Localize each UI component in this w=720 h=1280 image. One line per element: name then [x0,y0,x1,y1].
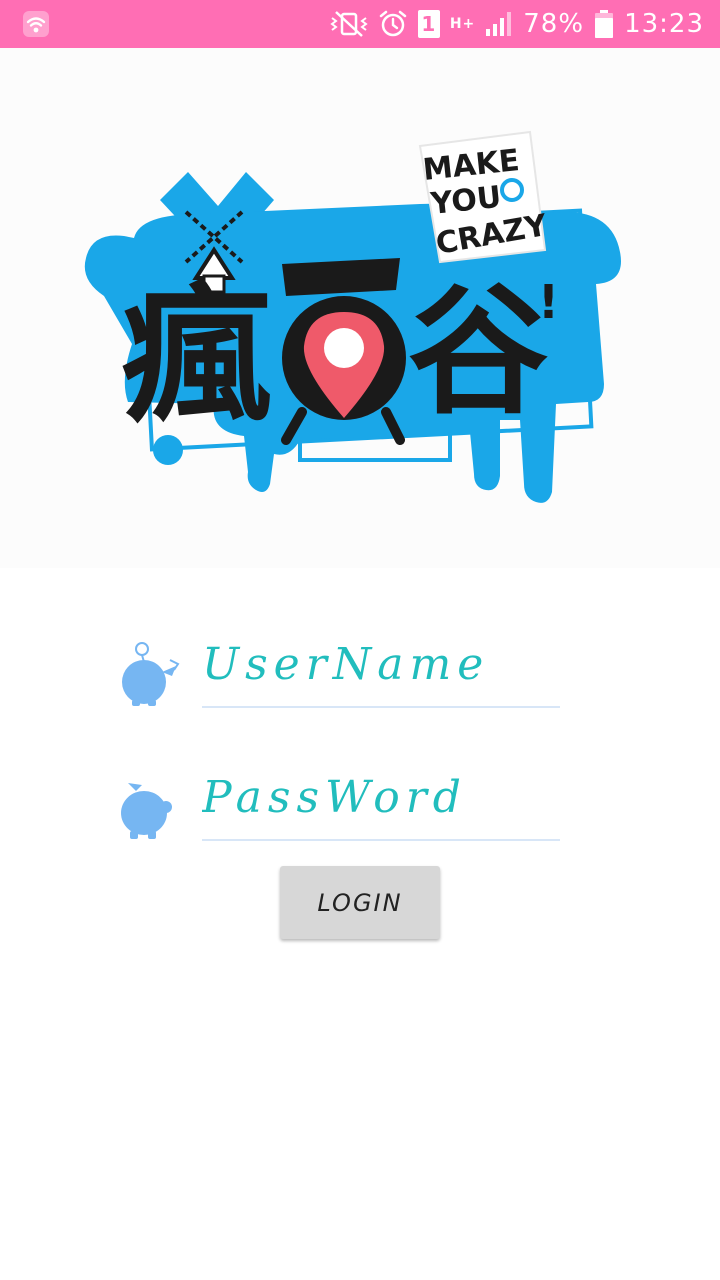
bird-avatar-icon [122,642,180,706]
password-input[interactable] [202,755,560,841]
wifi-icon [23,11,49,37]
logo-exclamation: ! [538,275,559,329]
status-bar: 1 H+ 78% 13:23 [0,0,720,48]
logo-tagline-you: YOU [428,180,503,222]
battery-percent: 78% [523,9,585,39]
login-button[interactable]: LOGIN [280,866,440,939]
signal-icon [486,12,512,36]
username-row [118,622,560,712]
mute-vibrate-icon [330,11,368,37]
sim-icon: 1 [417,10,440,38]
battery-icon [595,10,614,38]
alarm-icon [379,10,407,37]
logo-char-gu: 谷 [408,271,548,434]
username-input[interactable] [202,622,560,708]
network-type: H+ [449,16,476,32]
clock: 13:23 [624,9,704,39]
logo-area: MAKE YOU CRAZY 瘋 谷 ! [0,48,720,568]
app-logo: MAKE YOU CRAZY 瘋 谷 ! [84,130,622,503]
pig-avatar-icon [121,783,172,839]
logo-char-feng: 瘋 [122,270,272,444]
password-row [118,755,560,845]
